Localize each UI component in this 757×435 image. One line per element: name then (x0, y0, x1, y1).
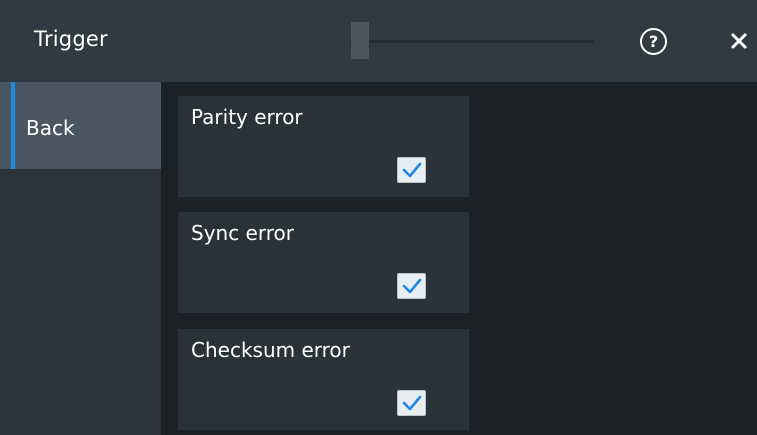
sidebar: Back (0, 82, 163, 435)
option-sync-error: Sync error (178, 212, 469, 313)
question-circle-icon: ? (648, 32, 659, 51)
option-label: Sync error (191, 221, 294, 245)
back-button[interactable]: Back (0, 82, 161, 169)
selected-accent-bar (11, 82, 15, 169)
scroll-slider-track[interactable] (350, 40, 594, 43)
back-label: Back (26, 116, 75, 140)
checksum-error-checkbox[interactable] (397, 390, 426, 416)
checkmark-icon (402, 278, 421, 294)
options-panel: Parity error Sync error Checksum error (163, 82, 757, 435)
sync-error-checkbox[interactable] (397, 273, 426, 299)
option-parity-error: Parity error (178, 96, 469, 197)
close-icon (731, 33, 747, 49)
option-checksum-error: Checksum error (178, 329, 469, 430)
scroll-slider-handle[interactable] (351, 22, 369, 59)
dialog-header: Trigger ? (0, 0, 757, 82)
help-button[interactable]: ? (640, 28, 667, 55)
option-label: Checksum error (191, 338, 350, 362)
checkmark-icon (402, 395, 421, 411)
dialog-title: Trigger (34, 27, 108, 51)
checkmark-icon (402, 162, 421, 178)
option-label: Parity error (191, 105, 303, 129)
parity-error-checkbox[interactable] (397, 157, 426, 183)
close-button[interactable] (725, 25, 753, 57)
